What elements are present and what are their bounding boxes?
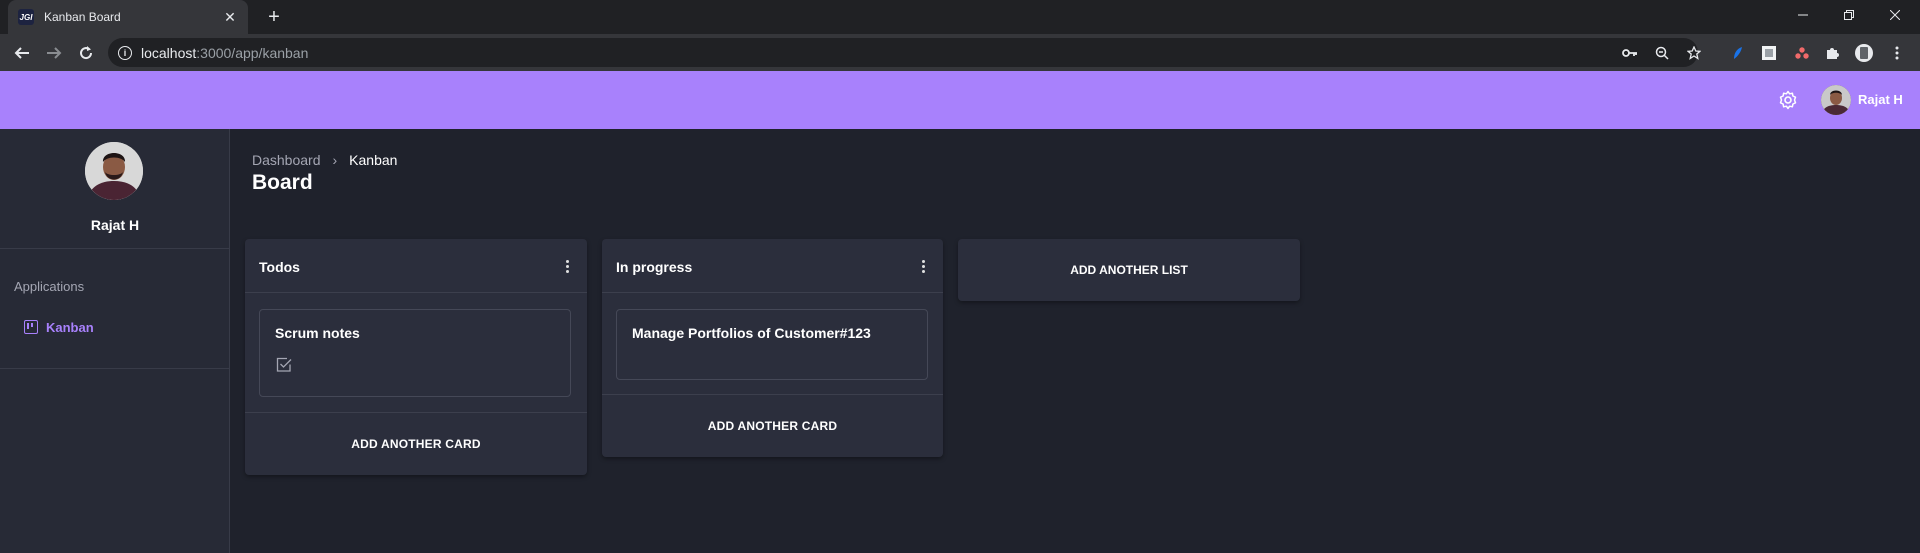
url-host: localhost	[141, 44, 197, 61]
minimize-icon[interactable]	[1780, 0, 1826, 30]
browser-menu-icon[interactable]	[1888, 44, 1906, 62]
profile-icon[interactable]	[1855, 44, 1873, 62]
forward-icon[interactable]	[40, 39, 68, 67]
sidebar-item-kanban[interactable]: Kanban	[14, 315, 94, 339]
extension-asana-icon[interactable]	[1793, 44, 1811, 62]
list-title[interactable]: Todos	[259, 259, 300, 275]
sidebar-item-label: Kanban	[46, 319, 94, 335]
card-title: Scrum notes	[275, 325, 360, 341]
page-title: Board	[252, 171, 313, 194]
checkbox-icon	[276, 357, 292, 373]
extension-square-icon[interactable]	[1760, 44, 1778, 62]
extension-feather-icon[interactable]	[1729, 44, 1747, 62]
kanban-card[interactable]: Manage Portfolios of Customer#123	[616, 309, 928, 380]
sidebar-user-name: Rajat H	[90, 217, 140, 233]
list-menu-icon[interactable]	[913, 255, 933, 277]
breadcrumb-separator-icon: ›	[332, 152, 338, 168]
add-list-button[interactable]: ADD ANOTHER LIST	[958, 239, 1300, 301]
browser-tab-bar: JGI Kanban Board ✕ +	[0, 0, 1920, 34]
reload-icon[interactable]	[72, 39, 100, 67]
window-close-icon[interactable]	[1872, 0, 1918, 30]
header-user-name[interactable]: Rajat H	[1858, 92, 1903, 107]
sidebar-section-title: Applications	[14, 279, 85, 294]
tab-title: Kanban Board	[44, 10, 121, 24]
breadcrumb: Dashboard › Kanban	[252, 152, 397, 168]
browser-toolbar: i localhost:3000/app/kanban	[0, 34, 1920, 71]
favicon-icon: JGI	[18, 9, 34, 25]
back-icon[interactable]	[8, 39, 36, 67]
breadcrumb-dashboard[interactable]: Dashboard	[252, 152, 321, 168]
app-header: Rajat H	[0, 71, 1920, 129]
url-path: :3000/app/kanban	[196, 44, 309, 61]
settings-gear-icon[interactable]	[1776, 88, 1800, 112]
breadcrumb-kanban: Kanban	[349, 152, 398, 168]
browser-tab[interactable]: JGI Kanban Board ✕	[8, 0, 248, 34]
new-tab-button[interactable]: +	[260, 4, 288, 30]
extensions-puzzle-icon[interactable]	[1824, 44, 1842, 62]
list-header: Todos	[245, 239, 587, 293]
add-card-button[interactable]: ADD ANOTHER CARD	[602, 394, 943, 457]
card-title: Manage Portfolios of Customer#123	[632, 325, 871, 341]
bookmark-star-icon[interactable]	[1686, 45, 1702, 61]
header-avatar[interactable]	[1821, 85, 1851, 115]
list-header: In progress	[602, 239, 943, 293]
kanban-list-todos: Todos Scrum notes ADD ANOTHER CARD	[245, 239, 587, 475]
sidebar-divider	[0, 248, 229, 249]
restore-icon[interactable]	[1826, 0, 1872, 30]
address-bar[interactable]: i localhost:3000/app/kanban	[108, 38, 1701, 67]
tab-close-icon[interactable]: ✕	[222, 9, 238, 26]
kanban-list-in-progress: In progress Manage Portfolios of Custome…	[602, 239, 943, 457]
list-title[interactable]: In progress	[616, 259, 692, 275]
sidebar-divider	[0, 368, 229, 369]
sidebar: Rajat H Applications Kanban	[0, 129, 230, 553]
kanban-icon	[24, 320, 38, 334]
key-icon[interactable]	[1622, 45, 1638, 61]
kanban-card[interactable]: Scrum notes	[259, 309, 571, 397]
site-info-icon[interactable]: i	[118, 45, 132, 60]
sidebar-avatar	[85, 142, 143, 200]
list-menu-icon[interactable]	[557, 255, 577, 277]
zoom-icon[interactable]	[1654, 45, 1670, 61]
add-card-button[interactable]: ADD ANOTHER CARD	[245, 412, 587, 475]
